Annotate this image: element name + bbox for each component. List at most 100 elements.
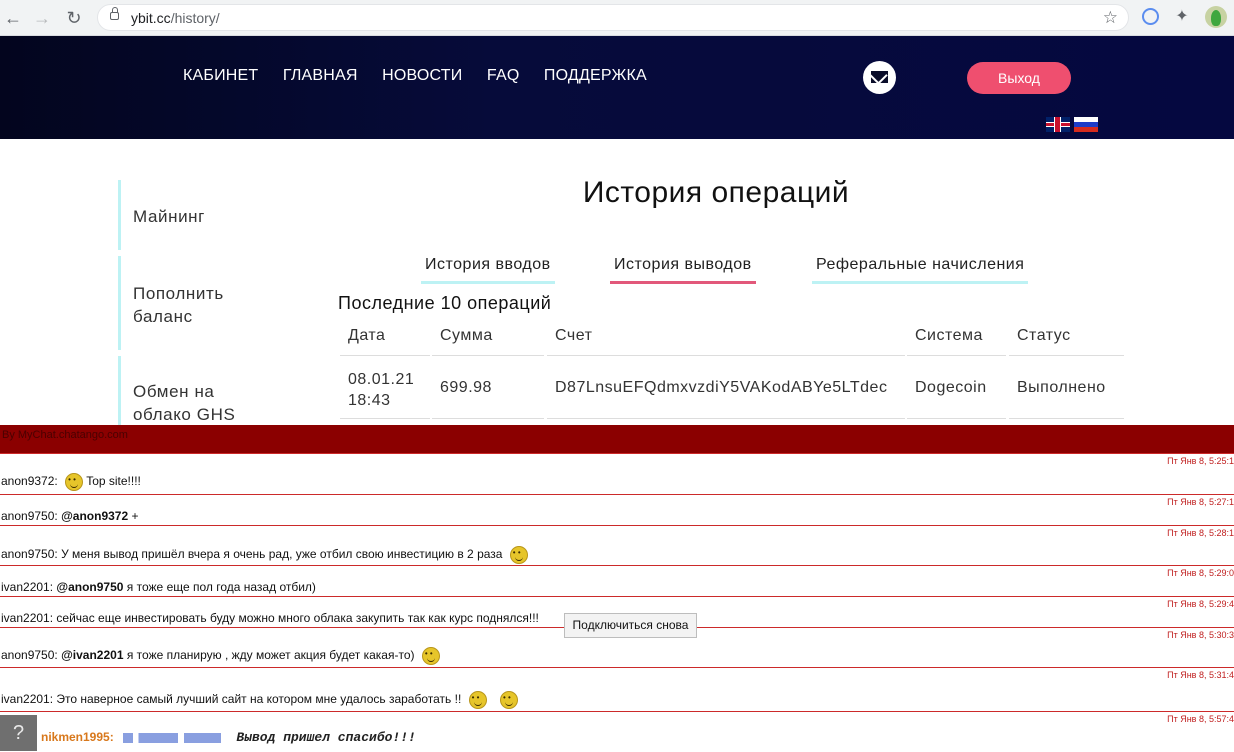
tab-referral-earnings[interactable]: Реферальные начисления	[812, 256, 1029, 284]
extension-circle-icon[interactable]	[1142, 8, 1159, 25]
menu-item-news[interactable]: НОВОСТИ	[382, 67, 462, 84]
image-strip	[123, 732, 222, 743]
message-user[interactable]: anon9750:	[1, 547, 58, 561]
menu-item-support[interactable]: ПОДДЕРЖКА	[544, 67, 647, 84]
reconnect-button[interactable]: Подключиться снова	[564, 613, 697, 638]
ru-flag-icon[interactable]	[1074, 117, 1098, 132]
message-mention[interactable]: @ivan2201	[61, 648, 123, 662]
chat-header-text: By MyChat.chatango.com	[2, 429, 128, 441]
message-user[interactable]: ivan2201:	[1, 611, 53, 625]
message-user[interactable]: ivan2201:	[1, 580, 53, 594]
cell-amount: 699.98	[440, 379, 492, 396]
wink-smiley-icon	[509, 546, 528, 564]
message-body: anon9372: Top site!!!!	[1, 473, 141, 491]
message-user[interactable]: anon9750:	[1, 509, 58, 523]
divider	[1009, 418, 1124, 419]
column-header-amount: Сумма	[440, 327, 493, 344]
message-text: У меня вывод пришёл вчера я очень рад, у…	[61, 547, 503, 562]
chat-message: Пт Янв 8, 5:57:4 nikmen1995: Вывод прише…	[0, 711, 1234, 752]
message-body: ivan2201: сейчас еще инвестировать буду …	[1, 611, 539, 625]
address-bar[interactable]: ybit.cc/history/ ☆	[97, 4, 1129, 31]
sidebar-item-deposit[interactable]: Пополнить баланс	[118, 256, 253, 350]
tab-label: История выводов	[614, 256, 752, 273]
menu-item-home[interactable]: ГЛАВНАЯ	[283, 67, 358, 84]
chat-message: Пт Янв 8, 5:29:0 ivan2201: @anon9750 я т…	[0, 565, 1234, 597]
back-arrow-icon[interactable]: ←	[2, 7, 24, 29]
message-time: Пт Янв 8, 5:25:1	[1167, 456, 1234, 466]
cell-date-day: 08.01.21	[348, 371, 415, 388]
chat-message: Пт Янв 8, 5:27:1 anon9750: @anon9372 +	[0, 494, 1234, 526]
divider	[547, 355, 905, 356]
message-text: +	[131, 509, 139, 523]
message-user[interactable]: anon9750:	[1, 648, 58, 662]
message-text: Вывод пришел спасибо!!!	[236, 730, 416, 745]
cell-system: Dogecoin	[915, 379, 987, 396]
message-body: nikmen1995: Вывод пришел спасибо!!!	[41, 730, 416, 745]
message-user[interactable]: anon9372:	[1, 474, 58, 488]
message-text: сейчас еще инвестировать буду можно мног…	[56, 611, 539, 625]
operations-subtitle: Последние 10 операций	[338, 293, 552, 313]
forward-arrow-icon[interactable]: →	[31, 7, 53, 29]
page-title: История операций	[582, 176, 850, 209]
message-body: anon9750: У меня вывод пришёл вчера я оч…	[1, 546, 528, 564]
divider	[1009, 355, 1124, 356]
message-text: я тоже еще пол года назад отбил)	[126, 580, 316, 594]
browser-toolbar: ← → ↻ ybit.cc/history/ ☆ ✦	[0, 0, 1234, 36]
message-user[interactable]: nikmen1995:	[41, 730, 114, 744]
sidebar-item-label: Пополнить баланс	[133, 284, 224, 326]
uk-flag-icon[interactable]	[1046, 117, 1070, 132]
main-menu: КАБИНЕТ ГЛАВНАЯ НОВОСТИ FAQ ПОДДЕРЖКА	[183, 67, 667, 85]
tab-deposit-history[interactable]: История вводов	[421, 256, 555, 284]
extensions-puzzle-icon[interactable]: ✦	[1172, 7, 1192, 27]
column-header-account: Счет	[555, 327, 593, 344]
lock-icon	[110, 7, 119, 20]
message-body: ivan2201: Это наверное самый лучший сайт…	[1, 691, 518, 709]
column-header-system: Система	[915, 327, 983, 344]
sidebar-item-label: Майнинг	[133, 207, 205, 226]
message-body: anon9750: @ivan2201 я тоже планирую , жд…	[1, 647, 440, 665]
tab-label: История вводов	[425, 256, 551, 273]
message-body: ivan2201: @anon9750 я тоже еще пол года …	[1, 580, 316, 594]
divider	[547, 418, 905, 419]
site-header: КАБИНЕТ ГЛАВНАЯ НОВОСТИ FAQ ПОДДЕРЖКА Вы…	[0, 36, 1234, 139]
profile-avatar[interactable]	[1205, 6, 1227, 28]
message-mention[interactable]: @anon9750	[56, 580, 123, 594]
smiley-icon	[421, 647, 440, 665]
message-text: Top site!!!!	[86, 474, 141, 489]
chat-message: Пт Янв 8, 5:25:1 anon9372: Top site!!!!	[0, 453, 1234, 494]
message-mention[interactable]: @anon9372	[61, 509, 128, 523]
sidebar-item-exchange[interactable]: Обмен на облако GHS	[118, 356, 253, 426]
message-user[interactable]: ivan2201:	[1, 692, 53, 706]
mail-icon[interactable]	[863, 61, 896, 94]
message-time: Пт Янв 8, 5:31:4	[1167, 670, 1234, 680]
sidebar-item-mining[interactable]: Майнинг	[118, 180, 205, 250]
message-time: Пт Янв 8, 5:28:1	[1167, 528, 1234, 538]
cell-date-time: 18:43	[348, 392, 391, 409]
chat-message: Пт Янв 8, 5:28:1 anon9750: У меня вывод …	[0, 525, 1234, 566]
menu-item-cabinet[interactable]: КАБИНЕТ	[183, 67, 258, 84]
cell-status: Выполнено	[1017, 379, 1106, 396]
chat-message: Пт Янв 8, 5:31:4 ivan2201: Это наверное …	[0, 667, 1234, 711]
url-host: ybit.cc	[131, 10, 171, 26]
chat-header: By MyChat.chatango.com	[0, 425, 1234, 453]
message-time: Пт Янв 8, 5:29:4	[1167, 599, 1234, 609]
divider	[340, 355, 430, 356]
cell-date: 08.01.21 18:43	[348, 369, 414, 411]
sidebar-item-label: Обмен на облако GHS	[133, 382, 236, 424]
tab-withdraw-history[interactable]: История выводов	[610, 256, 756, 284]
menu-item-faq[interactable]: FAQ	[487, 67, 520, 84]
message-time: Пт Янв 8, 5:29:0	[1167, 568, 1234, 578]
url-text: ybit.cc/history/	[131, 10, 220, 26]
divider	[907, 355, 1006, 356]
divider	[340, 418, 430, 419]
message-body: anon9750: @anon9372 +	[1, 509, 139, 523]
url-path: /history/	[170, 10, 220, 26]
message-time: Пт Янв 8, 5:30:3	[1167, 630, 1234, 640]
logout-button[interactable]: Выход	[967, 62, 1071, 94]
help-button[interactable]: ?	[0, 715, 37, 751]
reload-icon[interactable]: ↻	[63, 7, 85, 29]
divider	[432, 418, 544, 419]
bookmark-star-icon[interactable]: ☆	[1103, 8, 1118, 28]
tab-label: Реферальные начисления	[816, 256, 1025, 273]
smiley-icon	[65, 473, 84, 491]
